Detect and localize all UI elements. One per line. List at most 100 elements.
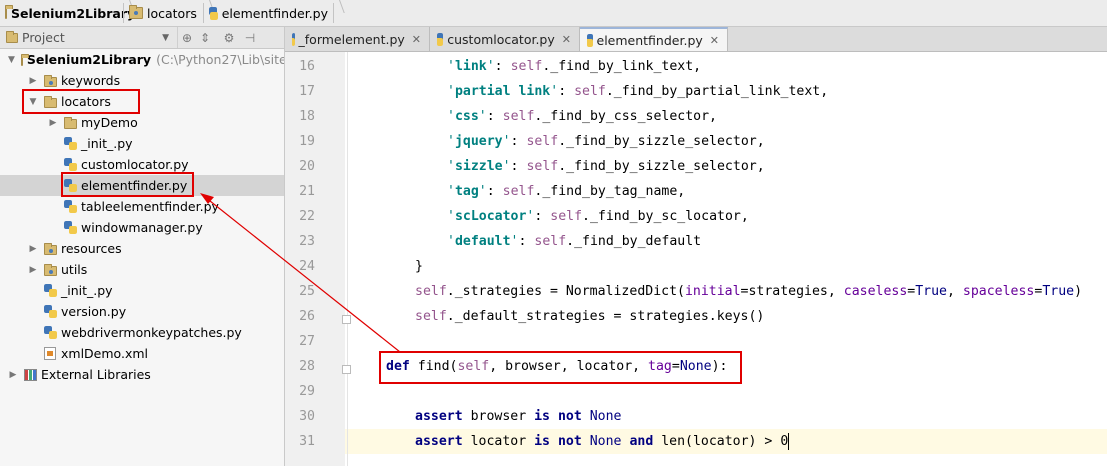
folder-icon: [64, 116, 77, 129]
expand-arrow-icon[interactable]: ▼: [8, 55, 15, 65]
python-file-icon: [437, 32, 444, 46]
python-file-icon: [64, 200, 77, 213]
tab-elementfinder[interactable]: elementfinder.py ✕: [580, 27, 728, 51]
gear-icon[interactable]: ⚙: [220, 31, 238, 45]
library-icon: [24, 368, 37, 381]
close-icon[interactable]: ✕: [562, 33, 571, 46]
tree-item[interactable]: _init_.py: [0, 133, 284, 154]
tree-item[interactable]: ▼ Selenium2Library (C:\Python27\Lib\site-p: [0, 49, 285, 70]
breadcrumb-item-project[interactable]: Selenium2Library: [0, 0, 135, 26]
code-line: }: [415, 259, 423, 274]
package-folder-icon: [129, 5, 143, 19]
editor-tabs: _formelement.py ✕ customlocator.py ✕ ele…: [285, 27, 1107, 52]
tree-item[interactable]: tableelementfinder.py: [0, 196, 284, 217]
tree-item[interactable]: ▶ keywords: [0, 70, 284, 91]
breadcrumb-label: elementfinder.py: [221, 5, 328, 21]
tree-item[interactable]: windowmanager.py: [0, 217, 284, 238]
line-number: 23: [299, 234, 315, 249]
python-file-icon: [64, 221, 77, 234]
tree-item[interactable]: xmlDemo.xml: [0, 343, 284, 364]
code-line: self._default_strategies = strategies.ke…: [415, 309, 765, 324]
line-number: 21: [299, 184, 315, 199]
python-file-icon: [587, 33, 593, 47]
python-file-icon: [64, 137, 77, 150]
line-number: 16: [299, 59, 315, 74]
code-line: 'jquery': self._find_by_sizzle_selector,: [447, 134, 765, 149]
tab-label: elementfinder.py: [596, 32, 703, 48]
fold-marker-icon[interactable]: [342, 315, 351, 324]
tree-item[interactable]: ▶ utils: [0, 259, 284, 280]
python-file-icon: [292, 32, 295, 46]
close-icon[interactable]: ✕: [412, 33, 421, 46]
code-line: 'partial link': self._find_by_partial_li…: [447, 84, 829, 99]
hide-panel-icon[interactable]: ⊣: [238, 31, 262, 45]
tab-customlocator[interactable]: customlocator.py ✕: [430, 27, 580, 51]
tree-item[interactable]: webdrivermonkeypatches.py: [0, 322, 284, 343]
line-number: 29: [299, 384, 315, 399]
tree-item-label: _init_.py: [81, 136, 133, 151]
tree-item-label: utils: [61, 262, 88, 277]
annotation-box-find-method: [379, 351, 742, 384]
collapse-arrow-icon[interactable]: ▶: [8, 370, 18, 380]
tree-item-label: myDemo: [81, 115, 138, 130]
xml-file-icon: [44, 347, 56, 360]
code-line: self._strategies = NormalizedDict(initia…: [415, 284, 1083, 299]
tab-formelement[interactable]: _formelement.py ✕: [285, 27, 430, 51]
line-number: 18: [299, 109, 315, 124]
tree-item[interactable]: ▶ External Libraries: [0, 364, 284, 385]
collapse-all-icon[interactable]: ⇕: [196, 31, 214, 45]
line-number: 17: [299, 84, 315, 99]
line-number: 26: [299, 309, 315, 324]
collapse-arrow-icon[interactable]: ▶: [28, 76, 38, 86]
line-number: 30: [299, 409, 315, 424]
annotation-box-locators: [22, 89, 140, 114]
collapse-arrow-icon[interactable]: ▶: [48, 118, 58, 128]
scroll-from-source-icon[interactable]: ⊕: [178, 31, 196, 45]
tree-item-label: External Libraries: [41, 367, 151, 382]
folder-icon: [44, 242, 57, 255]
python-file-icon: [209, 6, 218, 20]
line-number: 27: [299, 334, 315, 349]
tree-item[interactable]: ▶ resources: [0, 238, 284, 259]
annotation-box-elementfinder: [61, 172, 194, 197]
project-panel-header: Project ▼ ⊕ ⇕ ⚙ ⊣: [0, 27, 285, 49]
python-file-icon: [44, 326, 57, 339]
tree-item-label: windowmanager.py: [81, 220, 203, 235]
project-view-selector[interactable]: Project ▼: [0, 27, 178, 48]
collapse-arrow-icon[interactable]: ▶: [28, 244, 38, 254]
tree-item-label: version.py: [61, 304, 127, 319]
code-editor[interactable]: 16 'link': self._find_by_link_text, 17 'par…: [285, 52, 1107, 466]
line-number: 31: [299, 434, 315, 449]
breadcrumb-item-file[interactable]: elementfinder.py: [204, 0, 334, 26]
folder-icon: [44, 74, 57, 87]
folder-icon: [5, 5, 13, 19]
tree-item[interactable]: version.py: [0, 301, 284, 322]
breadcrumb-item-locators[interactable]: locators: [124, 0, 204, 26]
folder-icon: [20, 53, 29, 66]
tree-item-label: Selenium2Library: [26, 52, 152, 67]
code-line: 'css': self._find_by_css_selector,: [447, 109, 718, 124]
breadcrumb-label: Selenium2Library: [11, 5, 136, 21]
tree-item[interactable]: _init_.py: [0, 280, 284, 301]
close-icon[interactable]: ✕: [710, 34, 719, 47]
breadcrumb-label: locators: [147, 5, 197, 21]
tab-label: customlocator.py: [447, 31, 555, 47]
line-number: 25: [299, 284, 315, 299]
collapse-arrow-icon[interactable]: ▶: [28, 265, 38, 275]
code-line: 'tag': self._find_by_tag_name,: [447, 184, 686, 199]
python-file-icon: [64, 158, 77, 171]
code-line: 'default': self._find_by_default: [447, 234, 702, 249]
code-line: assert browser is not None: [415, 409, 622, 424]
python-file-icon: [44, 284, 57, 297]
tree-item[interactable]: ▶ myDemo: [0, 112, 284, 133]
tree-item-label: resources: [61, 241, 122, 256]
folder-icon: [44, 263, 57, 276]
fold-marker-icon[interactable]: [342, 365, 351, 374]
line-number: 28: [299, 359, 315, 374]
tree-item-label: webdrivermonkeypatches.py: [61, 325, 242, 340]
code-line: assert locator is not None and len(locat…: [415, 432, 790, 450]
project-icon: [6, 30, 18, 43]
tree-item-path: (C:\Python27\Lib\site-p: [156, 52, 285, 67]
tab-label: _formelement.py: [298, 31, 405, 47]
tree-item-label: tableelementfinder.py: [81, 199, 219, 214]
